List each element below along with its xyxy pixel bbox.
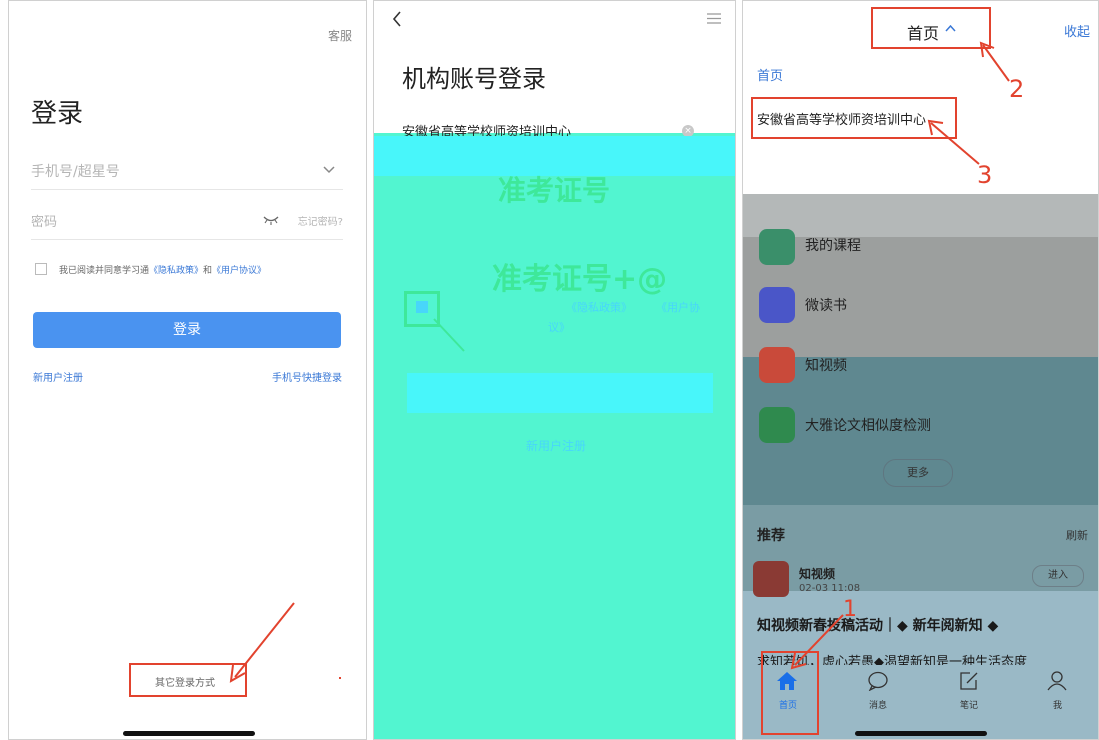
red-dot <box>339 677 341 679</box>
login-screen: 客服 登录 手机号/超星号 密码 忘记密码? 我已阅读并同意学习通《隐私政策》和… <box>8 0 367 740</box>
privacy-link[interactable]: 《隐私政策》 <box>566 299 632 315</box>
home-screen: 首页 收起 首页 安徽省高等学校师资培训中心 我的课程 微读书 知视频 大雅论文… <box>742 0 1099 740</box>
institution-login-screen: 机构账号登录 安徽省高等学校师资培训中心 × 准考证号 准考证号+@ 《隐私政策… <box>373 0 736 740</box>
register-link[interactable]: 新用户注册 <box>526 437 586 454</box>
login-button[interactable] <box>407 373 713 413</box>
checkbox-arrow <box>433 318 465 352</box>
annotation-arrows <box>790 41 1010 670</box>
home-indicator <box>123 731 255 736</box>
agreement-tail: 议》 <box>548 321 570 334</box>
user-agreement-link[interactable]: 《用户协 <box>656 299 700 315</box>
annotation-arrow <box>229 602 295 683</box>
